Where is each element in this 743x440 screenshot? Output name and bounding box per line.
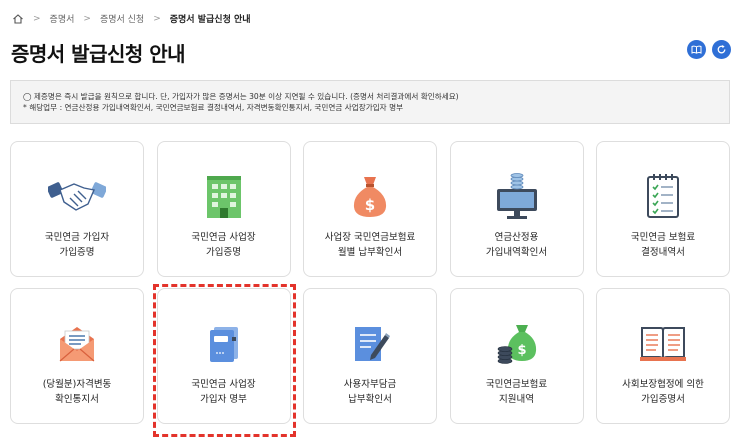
- binder-icon: [194, 319, 254, 367]
- card-label-line: (당월분)자격변동: [42, 379, 112, 390]
- card-label-line: 가입자 명부: [200, 394, 247, 405]
- card-label-line: 연금산정용: [494, 232, 539, 243]
- breadcrumb-separator-icon: >: [33, 13, 41, 24]
- card-premium-support-history[interactable]: $ 국민연금보험료지원내역: [449, 288, 584, 424]
- card-label-line: 사업장 국민연금보험료: [324, 232, 416, 243]
- handshake-icon: [47, 172, 107, 220]
- open-book-icon: [633, 319, 693, 367]
- card-qualification-change-notice[interactable]: (당월분)자격변동확인통지서: [10, 288, 144, 424]
- envelope-icon: [47, 319, 107, 367]
- certificate-card-grid: 국민연금 가입자 가입증명 국민연금 사업장 가입증명 $ 사업장 국민연금보험…: [10, 141, 730, 424]
- breadcrumb-separator-icon: >: [83, 13, 91, 24]
- breadcrumb-item[interactable]: 증명서: [50, 12, 75, 25]
- card-social-security-agreement-certificate[interactable]: 사회보장협정에 의한가입증명서: [596, 288, 730, 424]
- breadcrumb: > 증명서 > 증명서 신청 > 증명서 발급신청 안내: [12, 12, 251, 25]
- card-label-line: 가입증명: [206, 247, 241, 258]
- card-employer-contribution-confirmation[interactable]: 사용자부담금납부확인서: [303, 288, 437, 424]
- coins-bag-icon: $: [487, 319, 547, 367]
- breadcrumb-current: 증명서 발급신청 안내: [169, 15, 251, 25]
- notice-box: ◯ 제증명은 즉시 발급을 원칙으로 합니다. 단, 가입자가 많은 증명서는 …: [10, 80, 730, 124]
- card-label-line: 국민연금 사업장: [191, 232, 256, 243]
- building-icon: [194, 172, 254, 220]
- notice-line: * 해당업무 : 연금산정용 가입내역확인서, 국민연금보험료 결정내역서, 자…: [23, 103, 404, 112]
- card-label-line: 사용자부담금: [343, 379, 397, 390]
- page-title: 증명서 발급신청 안내: [11, 42, 186, 66]
- svg-text:$: $: [517, 343, 526, 358]
- card-label-line: 가입증명서: [641, 394, 685, 405]
- card-label-line: 국민연금 보험료: [630, 232, 696, 243]
- money-bag-icon: $: [340, 172, 400, 220]
- card-label-line: 사회보장협정에 의한: [622, 379, 704, 390]
- card-monthly-payment-confirmation[interactable]: $ 사업장 국민연금보험료월별 납부확인서: [303, 141, 437, 277]
- card-pension-calculation-history[interactable]: 연금산정용가입내역확인서: [449, 141, 584, 277]
- card-label-line: 확인통지서: [55, 394, 99, 405]
- home-icon[interactable]: [12, 13, 24, 25]
- page-actions: [687, 40, 731, 59]
- guide-book-button[interactable]: [687, 40, 706, 59]
- svg-text:$: $: [365, 196, 375, 214]
- card-label-line: 지원내역: [499, 394, 534, 405]
- card-label-line: 납부확인서: [348, 394, 392, 405]
- card-premium-decision-statement[interactable]: 국민연금 보험료결정내역서: [596, 141, 730, 277]
- card-label-line: 월별 납부확인서: [337, 247, 403, 258]
- refresh-icon: [717, 45, 726, 54]
- card-label-line: 결정내역서: [641, 247, 685, 258]
- card-label-line: 국민연금 가입자: [44, 232, 110, 243]
- refresh-button[interactable]: [712, 40, 731, 59]
- breadcrumb-separator-icon: >: [153, 13, 161, 24]
- notice-line: ◯ 제증명은 즉시 발급을 원칙으로 합니다. 단, 가입자가 많은 증명서는 …: [23, 92, 459, 101]
- card-label-line: 가입내역확인서: [485, 247, 548, 258]
- card-label-line: 국민연금 사업장: [191, 379, 256, 390]
- card-label-line: 국민연금보험료: [485, 379, 548, 390]
- checklist-icon: [633, 172, 693, 220]
- breadcrumb-item[interactable]: 증명서 신청: [100, 12, 144, 25]
- monitor-coins-icon: [487, 172, 547, 220]
- book-icon: [691, 45, 702, 54]
- card-workplace-certificate[interactable]: 국민연금 사업장가입증명: [156, 141, 291, 277]
- card-workplace-subscriber-register[interactable]: 국민연금 사업장가입자 명부: [156, 288, 291, 424]
- card-pension-subscriber-certificate[interactable]: 국민연금 가입자가입증명: [10, 141, 144, 277]
- card-label-line: 가입증명: [59, 247, 95, 258]
- document-pen-icon: [340, 319, 400, 367]
